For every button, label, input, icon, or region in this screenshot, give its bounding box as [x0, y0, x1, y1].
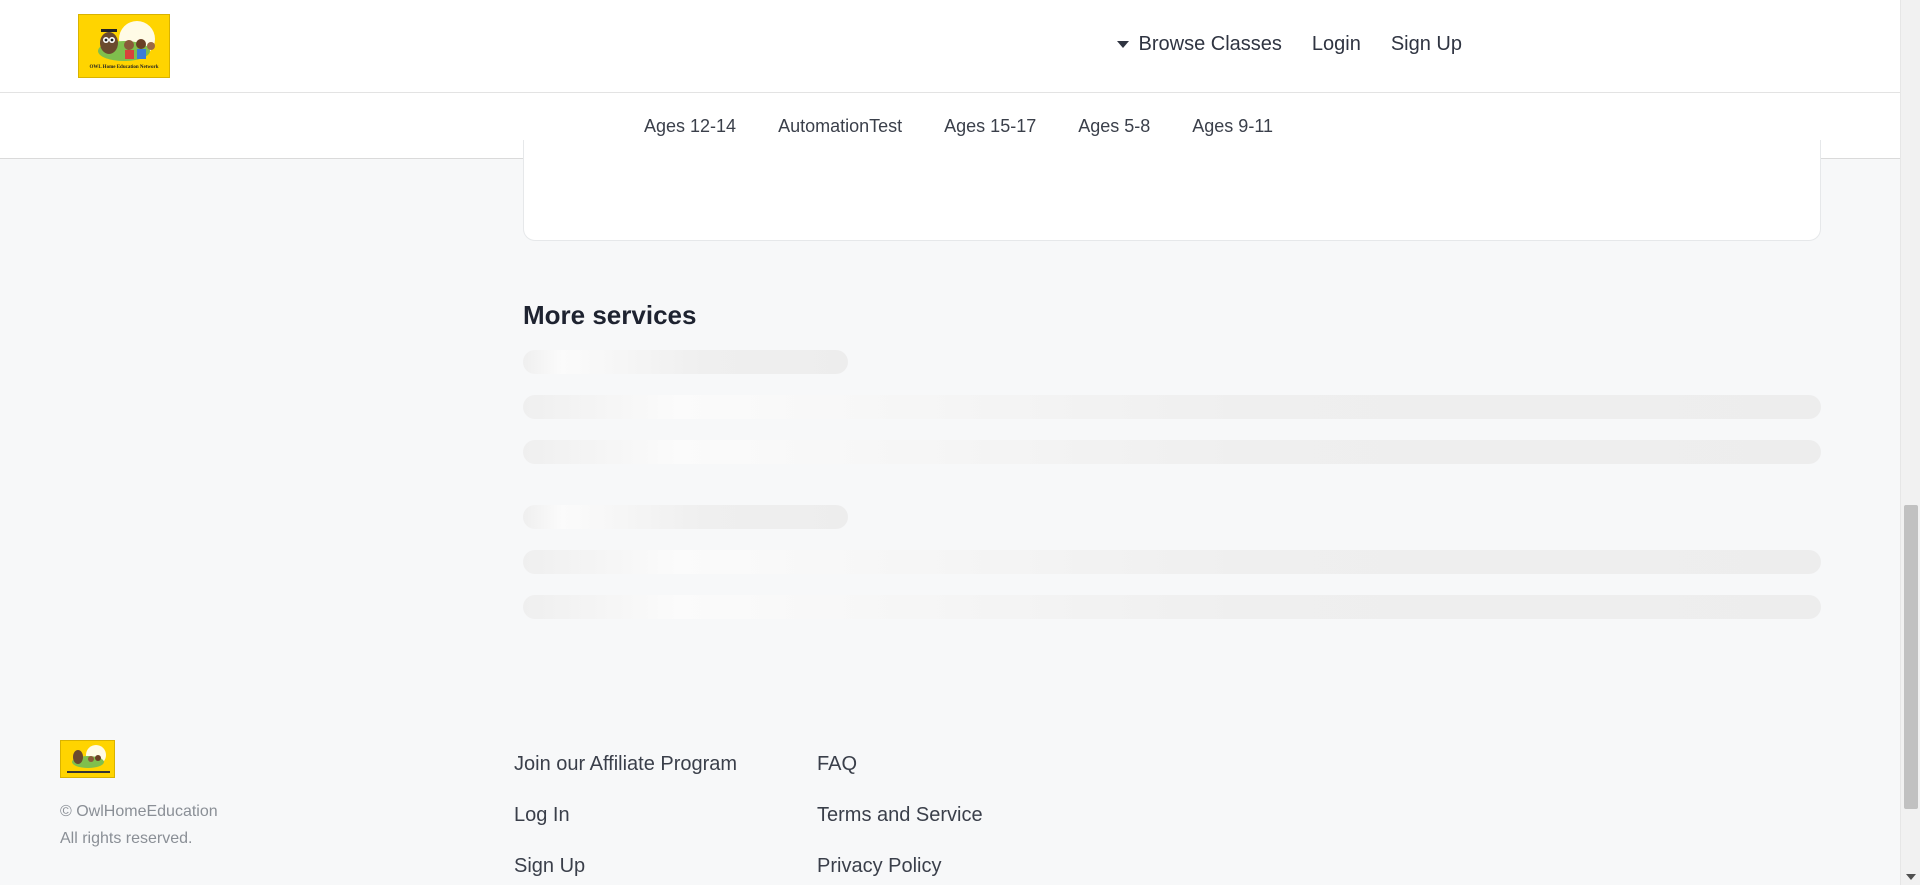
footer-login-link[interactable]: Log In — [514, 803, 737, 827]
scrollbar-thumb[interactable] — [1904, 505, 1918, 809]
rights-line: All rights reserved. — [60, 830, 193, 847]
category-automationtest[interactable]: AutomationTest — [778, 116, 902, 137]
signup-link[interactable]: Sign Up — [1391, 33, 1462, 56]
footer-logo[interactable] — [60, 740, 115, 778]
top-nav: Browse Classes Login Sign Up — [1116, 33, 1462, 56]
category-ages-12-14[interactable]: Ages 12-14 — [644, 116, 736, 137]
category-list: Ages 12-14 AutomationTest Ages 15-17 Age… — [644, 116, 1315, 137]
privacy-policy-link[interactable]: Privacy Policy — [817, 854, 983, 878]
site-logo[interactable]: OWL Home Education Network — [78, 14, 170, 78]
browse-classes-dropdown[interactable]: Browse Classes — [1116, 33, 1282, 56]
skeleton-line — [523, 350, 848, 374]
content-card — [523, 140, 1821, 241]
skeleton-line — [523, 550, 1821, 574]
skeleton-line — [523, 395, 1821, 419]
site-header: OWL Home Education Network Browse Classe… — [0, 0, 1900, 93]
vertical-scrollbar[interactable] — [1900, 0, 1920, 885]
skeleton-line — [523, 505, 848, 529]
logo-caption: OWL Home Education Network — [89, 65, 159, 70]
footer-signup-link[interactable]: Sign Up — [514, 854, 737, 878]
category-ages-9-11[interactable]: Ages 9-11 — [1192, 116, 1273, 137]
login-link[interactable]: Login — [1312, 33, 1361, 56]
footer-column-1: Join our Affiliate Program Log In Sign U… — [514, 752, 737, 885]
copyright-line: © OwlHomeEducation — [60, 803, 218, 820]
browse-classes-label: Browse Classes — [1138, 33, 1282, 55]
copyright: © OwlHomeEducation All rights reserved. — [60, 798, 218, 852]
more-services-title: More services — [523, 300, 697, 330]
faq-link[interactable]: FAQ — [817, 752, 983, 776]
scroll-down-arrow-icon[interactable] — [1906, 874, 1916, 880]
footer-column-2: FAQ Terms and Service Privacy Policy — [817, 752, 983, 885]
category-ages-5-8[interactable]: Ages 5-8 — [1078, 116, 1150, 137]
category-ages-15-17[interactable]: Ages 15-17 — [944, 116, 1036, 137]
page: OWL Home Education Network Browse Classe… — [0, 0, 1920, 885]
terms-link[interactable]: Terms and Service — [817, 803, 983, 827]
footer-logo-icon — [67, 745, 110, 773]
caret-down-icon — [1116, 41, 1129, 48]
skeleton-line — [523, 595, 1821, 619]
skeleton-line — [523, 440, 1821, 464]
affiliate-program-link[interactable]: Join our Affiliate Program — [514, 752, 737, 776]
